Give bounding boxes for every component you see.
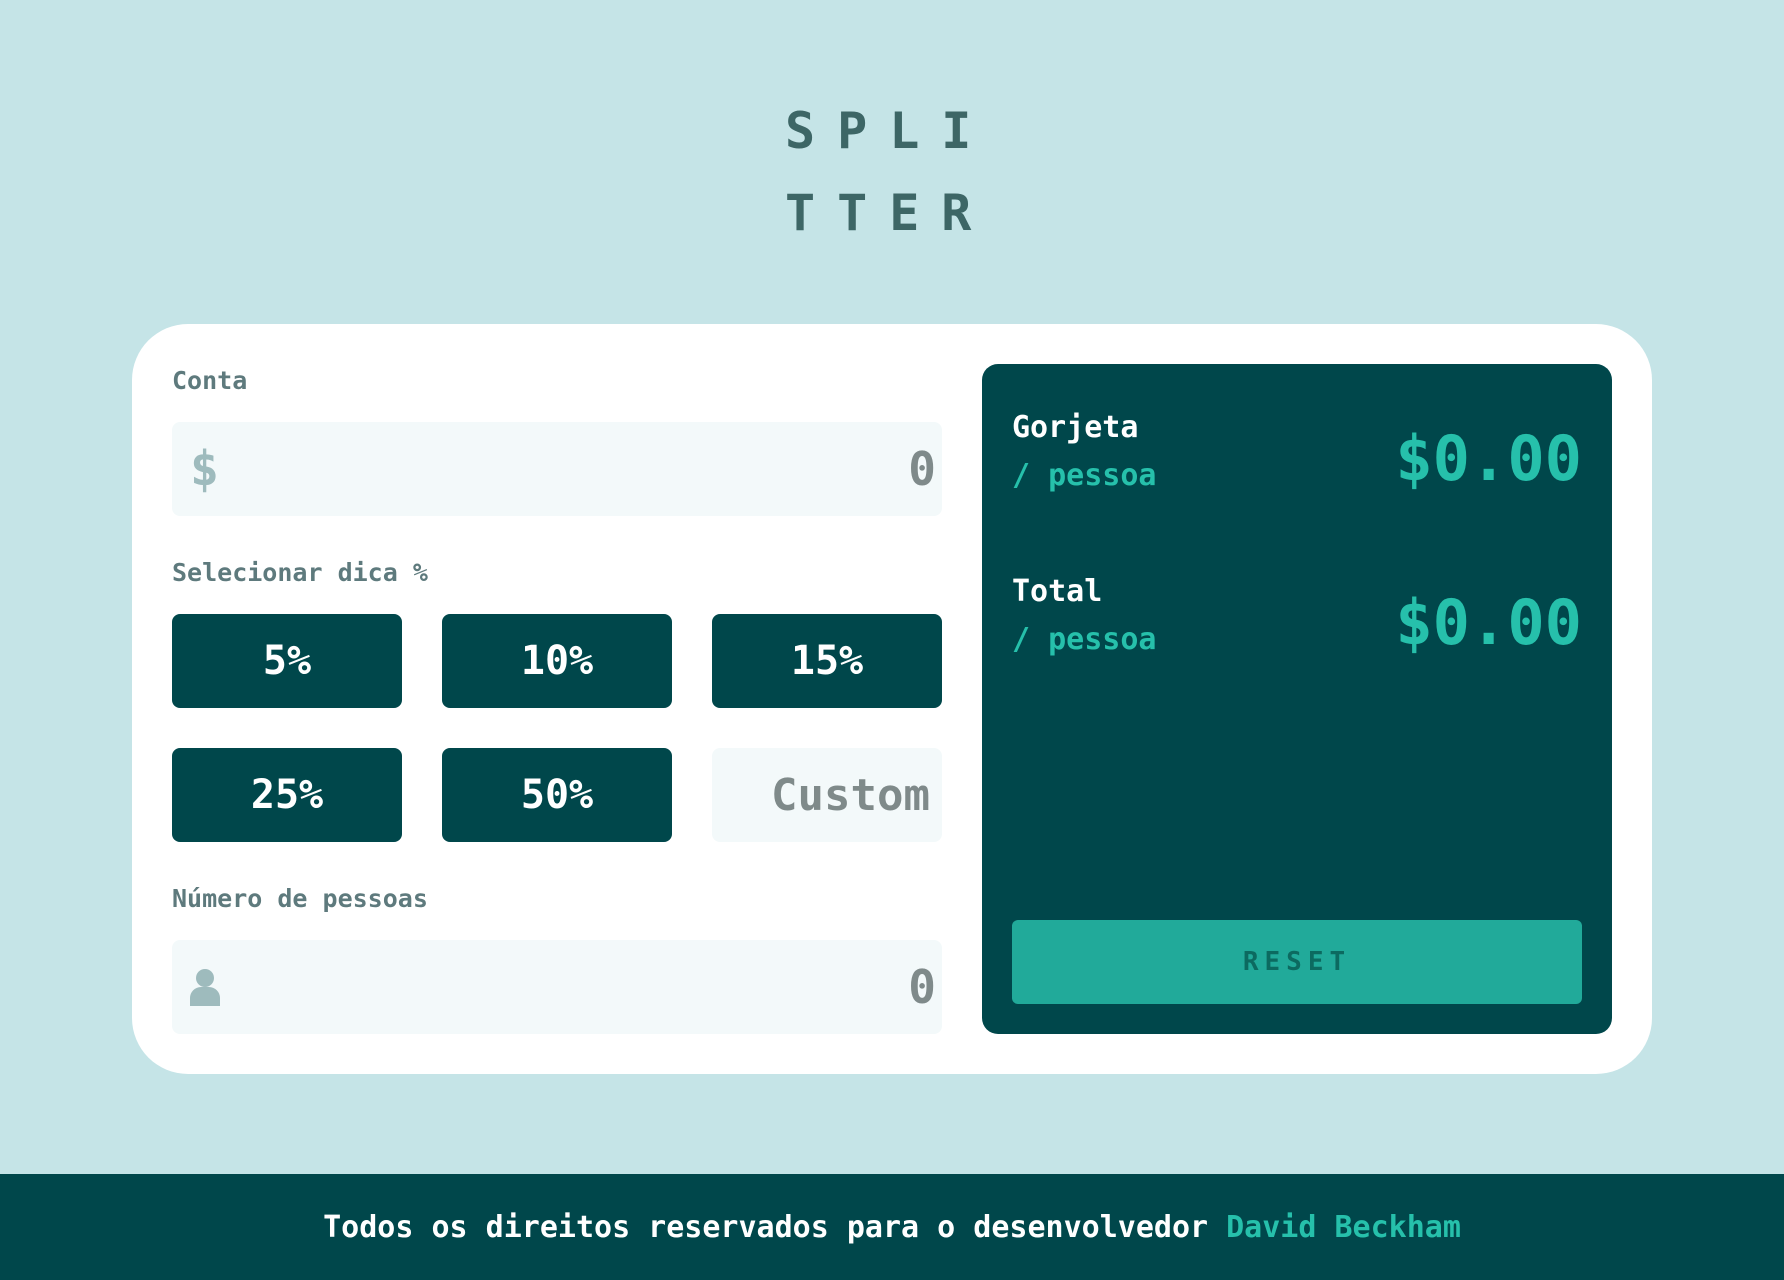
tip-button-10[interactable]: 10% (442, 614, 672, 708)
tip-amount-subtitle: / pessoa (1012, 458, 1157, 493)
tip-label: Selecionar dica % (172, 558, 428, 587)
results-panel: Gorjeta / pessoa $0.00 Total / pessoa $0… (982, 364, 1612, 1034)
total-value: $0.00 (1395, 586, 1582, 659)
logo-line-1: SPLI (785, 102, 994, 160)
tip-button-50[interactable]: 50% (442, 748, 672, 842)
people-input[interactable]: 0 (172, 940, 942, 1034)
bill-label: Conta (172, 366, 248, 395)
logo-line-2: TTER (785, 184, 994, 242)
bill-input[interactable]: $ 0 (172, 422, 942, 516)
footer-author-link[interactable]: David Beckham (1226, 1210, 1461, 1245)
people-value: 0 (908, 960, 936, 1014)
tip-amount-value: $0.00 (1395, 422, 1582, 495)
person-icon (190, 969, 220, 1006)
total-subtitle: / pessoa (1012, 622, 1157, 657)
people-label: Número de pessoas (172, 884, 428, 913)
footer: Todos os direitos reservados para o dese… (0, 1174, 1784, 1280)
reset-button[interactable]: RESET (1012, 920, 1582, 1004)
tip-amount-title: Gorjeta (1012, 410, 1139, 445)
bill-value: 0 (908, 442, 936, 496)
dollar-icon: $ (190, 441, 219, 497)
total-title: Total (1012, 574, 1103, 609)
tip-button-15[interactable]: 15% (712, 614, 942, 708)
custom-tip-input[interactable]: Custom (712, 748, 942, 842)
app-logo: SPLI TTER (785, 90, 1015, 254)
tip-button-5[interactable]: 5% (172, 614, 402, 708)
tip-button-25[interactable]: 25% (172, 748, 402, 842)
footer-text: Todos os direitos reservados para o dese… (323, 1209, 1209, 1245)
